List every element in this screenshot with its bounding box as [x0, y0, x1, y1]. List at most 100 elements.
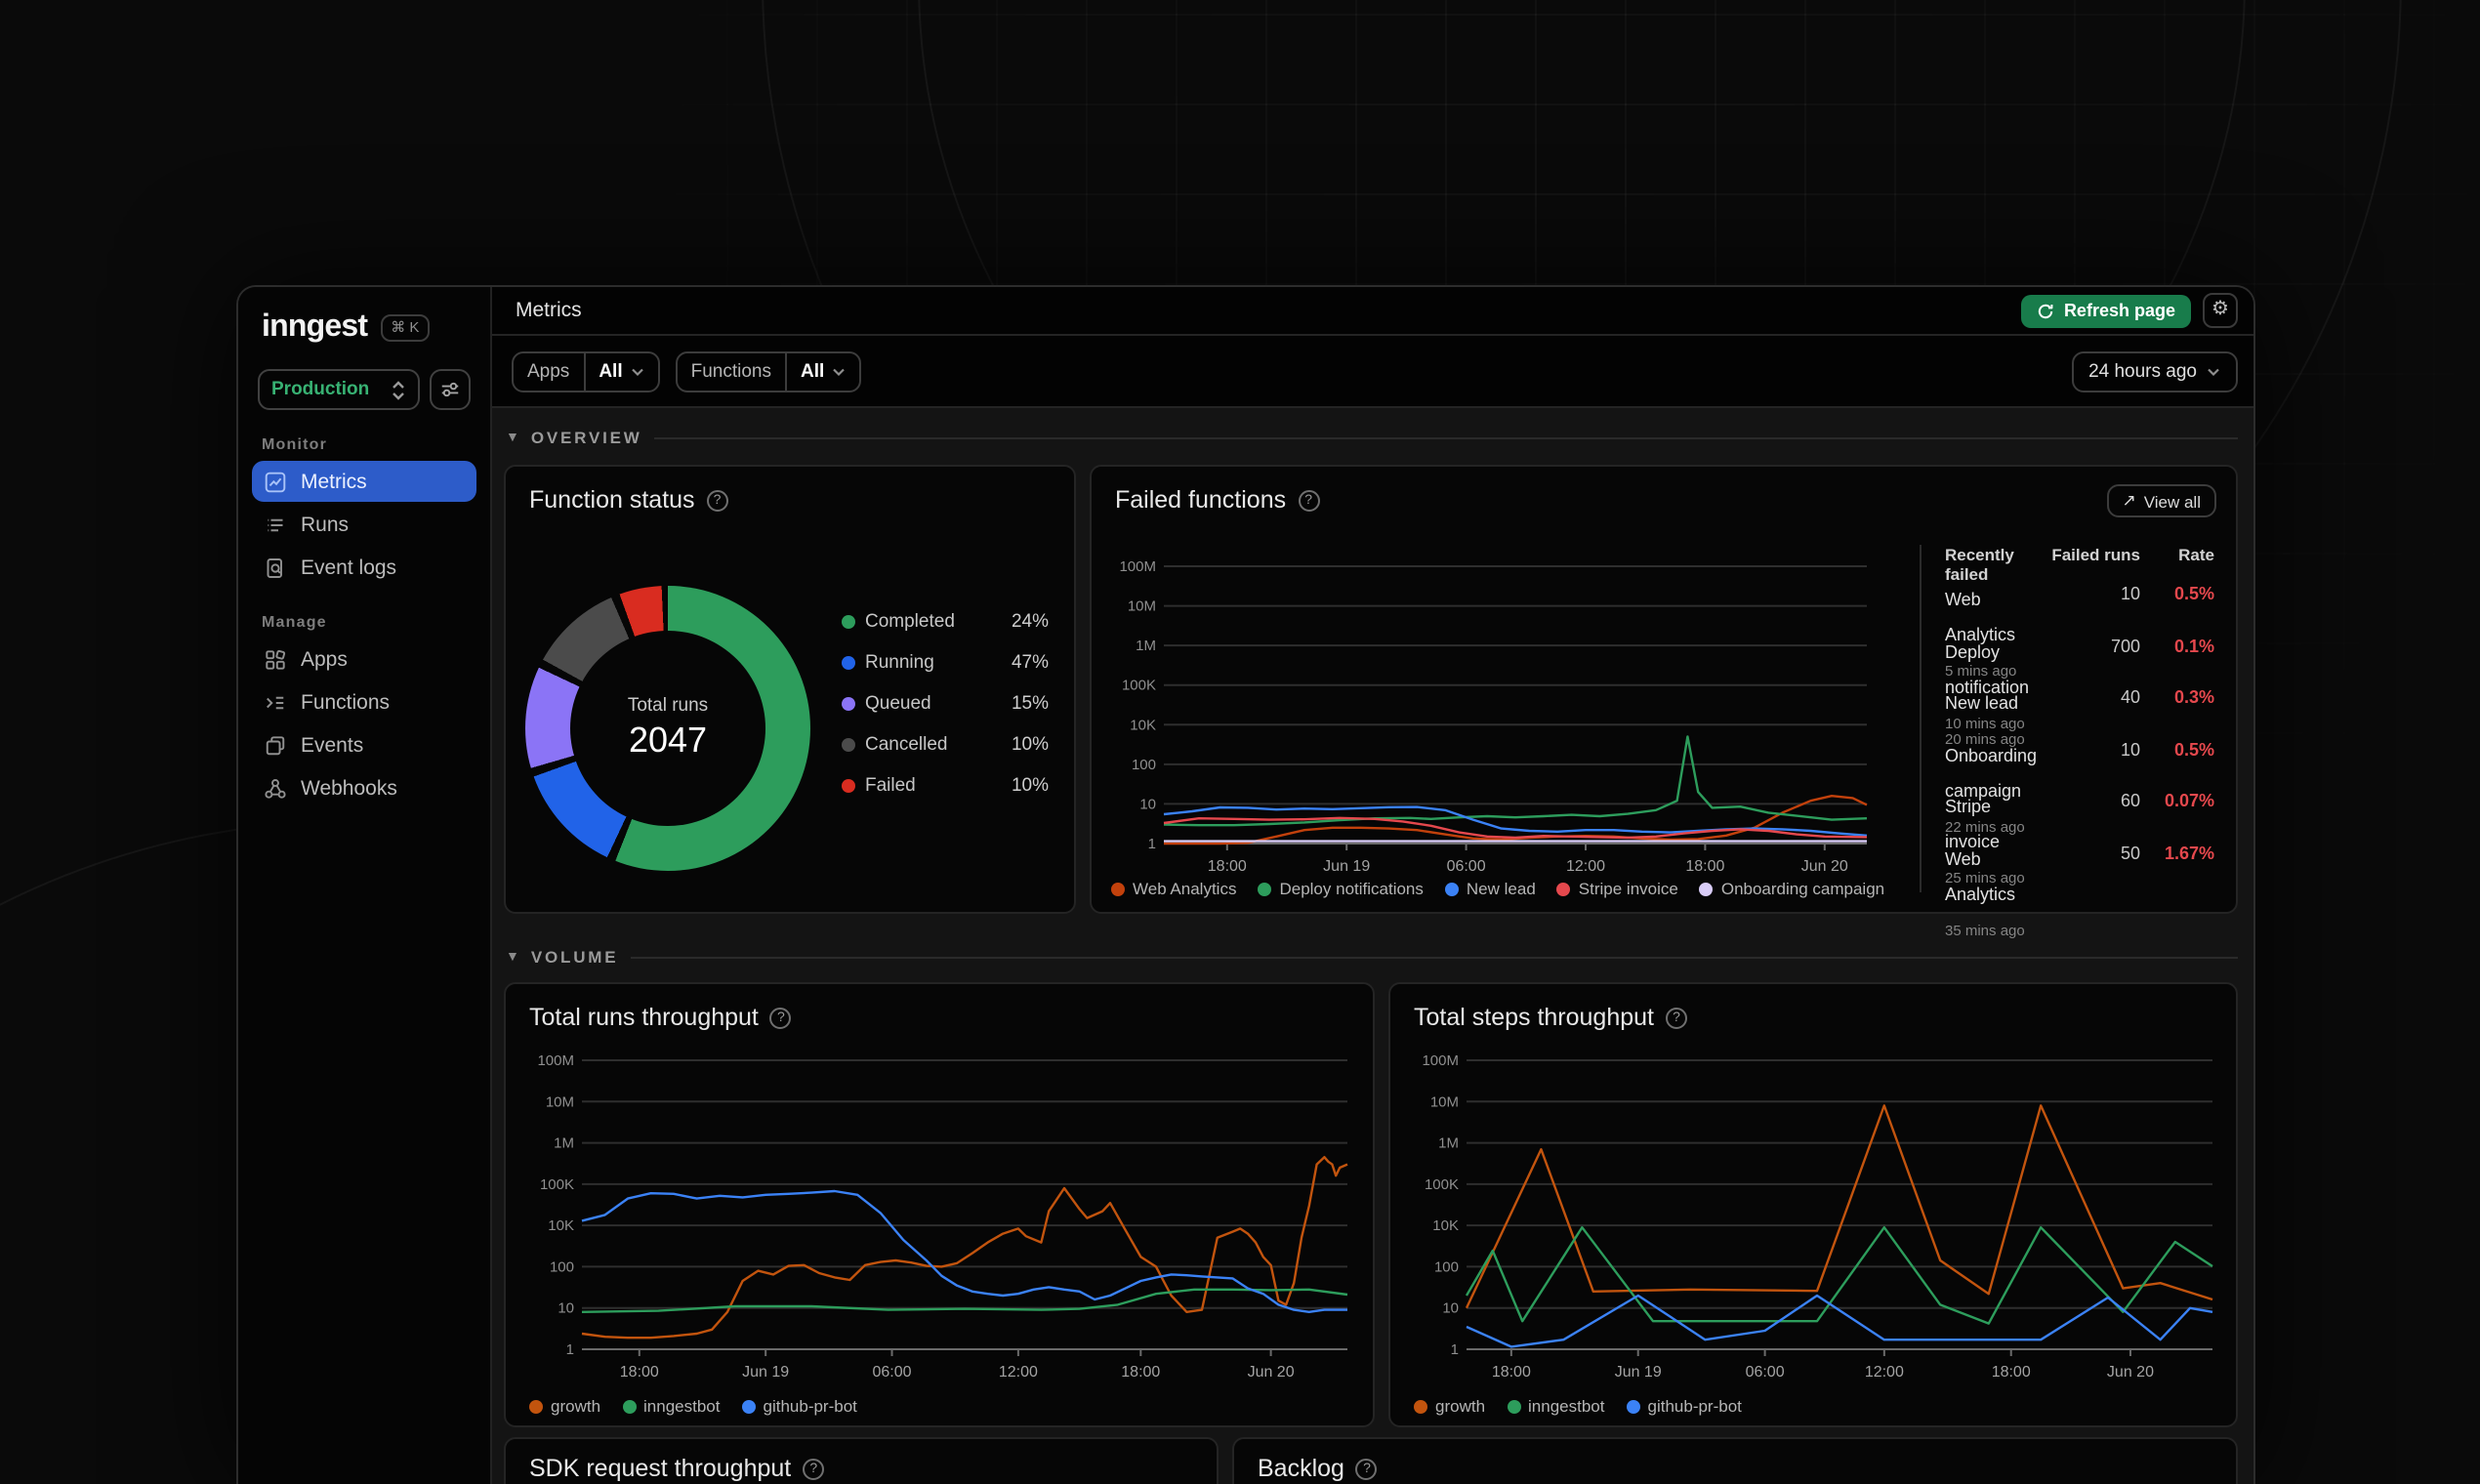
list-icon — [268, 517, 283, 531]
total-steps-chart-legend: growth inngestbot github-pr-bot — [1414, 1396, 1742, 1416]
legend-dot — [842, 615, 855, 629]
svg-text:1M: 1M — [1438, 1135, 1459, 1152]
sidebar-item-metrics[interactable]: Metrics — [252, 461, 476, 502]
volume-section-header: ▼ VOLUME — [506, 943, 2238, 970]
page: inngest ⌘ K Production Monitor Metrics Run… — [0, 0, 2480, 1484]
legend-dot — [1111, 882, 1125, 895]
content-area: ▼ OVERVIEW Function status ? Total runs — [492, 408, 2253, 1484]
donut-center-value: 2047 — [628, 721, 708, 760]
failed-functions-chart-legend: Web Analytics Deploy notifications New lea… — [1111, 879, 1884, 898]
legend-item-growth: growth — [1414, 1396, 1485, 1416]
failed-function-row[interactable]: Onboarding campaign 22 mins ago 10 0.5% — [1945, 735, 2214, 835]
svg-text:1M: 1M — [554, 1135, 574, 1152]
chevron-down-icon — [631, 367, 643, 376]
sliders-icon — [441, 382, 459, 397]
svg-text:10K: 10K — [1432, 1217, 1459, 1234]
legend-dot — [1626, 1399, 1640, 1413]
collapse-chevron-icon[interactable]: ▼ — [506, 431, 519, 444]
updown-chevron-icon — [393, 380, 404, 399]
grid-icon — [266, 648, 286, 669]
legend-item-new-lead: New lead — [1444, 879, 1536, 898]
help-icon[interactable]: ? — [1298, 489, 1320, 511]
total-steps-title: Total steps throughput — [1414, 1004, 1654, 1031]
view-all-button[interactable]: ↗ View all — [2106, 484, 2216, 517]
settings-button[interactable]: ⚙ — [2203, 293, 2238, 328]
environment-value: Production — [271, 379, 370, 400]
sidebar-item-apps[interactable]: Apps — [252, 639, 476, 680]
function-status-legend: Completed 24% Running 47% Queued 15% Cancelled… — [842, 601, 1049, 806]
functions-filter-value[interactable]: All — [787, 352, 859, 390]
refresh-page-button[interactable]: Refresh page — [2020, 294, 2191, 327]
svg-text:100M: 100M — [537, 1052, 574, 1069]
time-range-selector[interactable]: 24 hours ago — [2071, 350, 2238, 392]
sidebar-item-events[interactable]: Events — [252, 724, 476, 765]
failed-function-row[interactable]: New lead 20 mins ago 40 0.3% — [1945, 683, 2214, 748]
sidebar-nav: Monitor Metrics Runs Event logs Manage Apps Fu… — [238, 435, 490, 808]
svg-text:10M: 10M — [1430, 1093, 1459, 1110]
svg-text:100M: 100M — [1119, 558, 1156, 575]
help-icon[interactable]: ? — [1666, 1007, 1687, 1028]
help-icon[interactable]: ? — [803, 1458, 825, 1479]
page-title: Metrics — [516, 299, 582, 322]
help-icon[interactable]: ? — [706, 489, 728, 511]
sidebar-item-functions[interactable]: Functions — [252, 681, 476, 722]
svg-text:1: 1 — [1148, 836, 1156, 852]
status-legend-row: Failed 10% — [842, 765, 1049, 806]
failed-function-row[interactable]: Deploy notification 10 mins ago 700 0.1% — [1945, 632, 2214, 731]
legend-dot — [842, 697, 855, 711]
svg-text:10K: 10K — [548, 1217, 574, 1234]
svg-text:10: 10 — [558, 1300, 574, 1317]
failed-function-row[interactable]: Web Analytics 5 mins ago 10 0.5% — [1945, 580, 2214, 680]
legend-item-onboarding-campaign: Onboarding campaign — [1699, 879, 1884, 898]
help-icon[interactable]: ? — [1355, 1458, 1378, 1479]
status-legend-row: Queued 15% — [842, 683, 1049, 724]
sidebar-section-label: Manage — [262, 613, 327, 631]
gear-icon: ⚙ — [2211, 299, 2229, 320]
sidebar-item-event-logs[interactable]: Event logs — [252, 547, 476, 588]
svg-text:100: 100 — [550, 1258, 574, 1275]
collapse-chevron-icon[interactable]: ▼ — [506, 950, 519, 964]
legend-dot — [741, 1399, 756, 1413]
failed-function-row[interactable]: Web Analytics 35 mins ago 50 1.67% — [1945, 839, 2214, 938]
svg-text:18:00: 18:00 — [1492, 1364, 1531, 1381]
apps-filter-value[interactable]: All — [585, 352, 657, 390]
topbar: Metrics Refresh page ⚙ — [492, 287, 2253, 336]
legend-dot — [1444, 882, 1459, 895]
svg-text:12:00: 12:00 — [1566, 858, 1605, 875]
environment-selector[interactable]: Production — [258, 369, 420, 410]
legend-dot — [842, 656, 855, 670]
command-k-shortcut[interactable]: ⌘ K — [381, 314, 430, 342]
inngest-logo: inngest — [262, 310, 368, 344]
refresh-label: Refresh page — [2063, 301, 2175, 320]
svg-text:10K: 10K — [1130, 717, 1156, 733]
help-icon[interactable]: ? — [769, 1007, 792, 1028]
svg-text:10: 10 — [1442, 1300, 1459, 1317]
function-status-title: Function status — [529, 486, 695, 514]
functions-filter-label: Functions — [678, 352, 787, 390]
svg-text:100K: 100K — [1122, 678, 1156, 694]
sdk-request-title: SDK request throughput — [529, 1455, 792, 1482]
total-runs-title: Total runs throughput — [529, 1004, 759, 1031]
legend-dot — [622, 1399, 637, 1413]
sidebar-item-runs[interactable]: Runs — [252, 504, 476, 545]
svg-text:Jun 20: Jun 20 — [1248, 1364, 1295, 1381]
apps-filter-label: Apps — [514, 352, 586, 390]
svg-text:10M: 10M — [1128, 598, 1156, 615]
overview-section-header: ▼ OVERVIEW — [506, 424, 2238, 451]
legend-dot — [842, 779, 855, 793]
legend-item-inngestbot: inngestbot — [622, 1396, 721, 1416]
sidebar-item-webhooks[interactable]: Webhooks — [252, 767, 476, 808]
svg-text:100K: 100K — [1425, 1176, 1459, 1193]
failed-function-row[interactable]: Stripe invoice 25 mins ago 60 0.07% — [1945, 787, 2214, 886]
chart-line-icon — [265, 471, 286, 492]
svg-text:1M: 1M — [1136, 638, 1156, 654]
filter-button[interactable] — [430, 369, 471, 410]
legend-item-inngestbot: inngestbot — [1507, 1396, 1605, 1416]
svg-text:18:00: 18:00 — [620, 1364, 659, 1381]
status-legend-row: Completed 24% — [842, 601, 1049, 642]
svg-text:06:00: 06:00 — [1447, 858, 1486, 875]
arrow-up-right-icon: ↗ — [2122, 490, 2136, 510]
failed-functions-card: Failed functions ? ↗ View all 100M 10M 1M 1… — [1090, 465, 2238, 938]
functions-filter: Functions All — [675, 350, 862, 392]
chat-squares-icon — [266, 735, 285, 755]
